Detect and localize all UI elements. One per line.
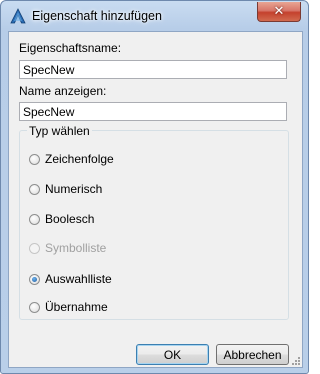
title-bar[interactable]: Eigenschaft hinzufügen ✕	[1, 1, 308, 31]
close-icon: ✕	[273, 4, 285, 19]
display-name-label: Name anzeigen:	[19, 84, 107, 98]
radio-label: Numerisch	[45, 182, 103, 196]
window-title: Eigenschaft hinzufügen	[32, 9, 162, 23]
display-name-input[interactable]: SpecNew	[19, 102, 287, 121]
radio-label: Boolesch	[45, 212, 95, 226]
radio-circle[interactable]	[29, 273, 40, 285]
resize-grip-icon[interactable]	[290, 355, 300, 365]
radio-uebernahme[interactable]: Übernahme	[29, 300, 108, 314]
radio-numerisch[interactable]: Numerisch	[29, 182, 102, 196]
dialog-window: Eigenschaft hinzufügen ✕ Eigenschaftsnam…	[0, 0, 309, 374]
radio-circle[interactable]	[29, 213, 40, 225]
type-group-legend: Typ wählen	[27, 124, 92, 138]
radio-zeichenfolge[interactable]: Zeichenfolge	[29, 152, 114, 166]
close-button[interactable]: ✕	[257, 2, 301, 22]
cancel-button[interactable]: Abbrechen	[216, 344, 289, 365]
radio-symbolliste: Symbolliste	[29, 241, 106, 255]
radio-label: Auswahlliste	[45, 272, 112, 286]
radio-boolesch[interactable]: Boolesch	[29, 212, 94, 226]
radio-selected-dot	[32, 276, 37, 282]
radio-circle	[29, 242, 40, 254]
radio-circle[interactable]	[29, 183, 40, 195]
property-name-input[interactable]: SpecNew	[19, 60, 287, 79]
radio-label: Zeichenfolge	[45, 152, 114, 166]
radio-label: Übernahme	[45, 300, 108, 314]
radio-auswahlliste[interactable]: Auswahlliste	[29, 272, 112, 286]
radio-circle[interactable]	[29, 153, 40, 165]
property-name-label: Eigenschaftsname:	[19, 41, 122, 55]
ok-button[interactable]: OK	[136, 344, 209, 365]
autocad-a-icon	[10, 8, 26, 24]
radio-circle[interactable]	[29, 301, 40, 313]
dialog-client-area: Eigenschaftsname: SpecNew Name anzeigen:…	[8, 31, 303, 368]
radio-label: Symbolliste	[45, 241, 107, 255]
